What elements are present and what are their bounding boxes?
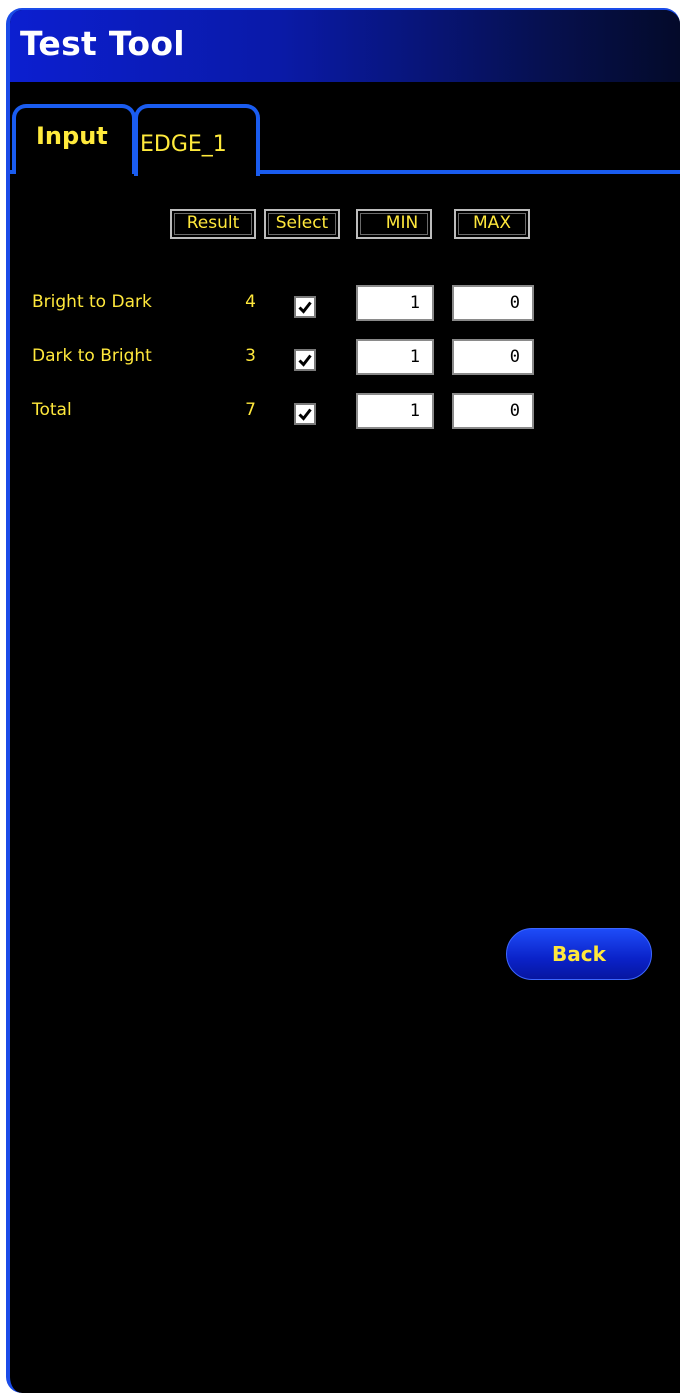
tab-edge-1[interactable]: EDGE_1 [134, 104, 260, 176]
min-column-header: MIN [356, 209, 432, 239]
max-input-bright-to-dark[interactable]: 0 [452, 285, 534, 321]
tab-edge-1-label: EDGE_1 [140, 132, 227, 157]
window-title: Test Tool [20, 24, 185, 63]
select-column-header: Select [264, 209, 340, 239]
checkmark-icon [298, 301, 312, 314]
min-input-dark-to-bright[interactable]: 1 [356, 339, 434, 375]
max-input-total[interactable]: 0 [452, 393, 534, 429]
back-button[interactable]: Back [506, 928, 652, 980]
min-input-bright-to-dark[interactable]: 1 [356, 285, 434, 321]
max-input-dark-to-bright[interactable]: 0 [452, 339, 534, 375]
min-input-total[interactable]: 1 [356, 393, 434, 429]
row-result-dark-to-bright: 3 [245, 346, 256, 366]
tab-input[interactable]: Input [12, 104, 136, 174]
select-checkbox-dark-to-bright[interactable] [294, 349, 316, 371]
row-label-total: Total [32, 400, 72, 420]
test-tool-window: Test Tool Input EDGE_1 Result Select MIN… [6, 8, 680, 1393]
max-column-header: MAX [454, 209, 530, 239]
tab-input-label: Input [36, 122, 108, 150]
row-label-bright-to-dark: Bright to Dark [32, 292, 152, 312]
title-bar: Test Tool [10, 10, 680, 82]
active-tab-gap [138, 170, 256, 174]
row-result-total: 7 [245, 400, 256, 420]
select-checkbox-total[interactable] [294, 403, 316, 425]
row-label-dark-to-bright: Dark to Bright [32, 346, 152, 366]
checkmark-icon [298, 408, 312, 421]
select-checkbox-bright-to-dark[interactable] [294, 296, 316, 318]
checkmark-icon [298, 354, 312, 367]
result-column-header: Result [170, 209, 256, 239]
row-result-bright-to-dark: 4 [245, 292, 256, 312]
